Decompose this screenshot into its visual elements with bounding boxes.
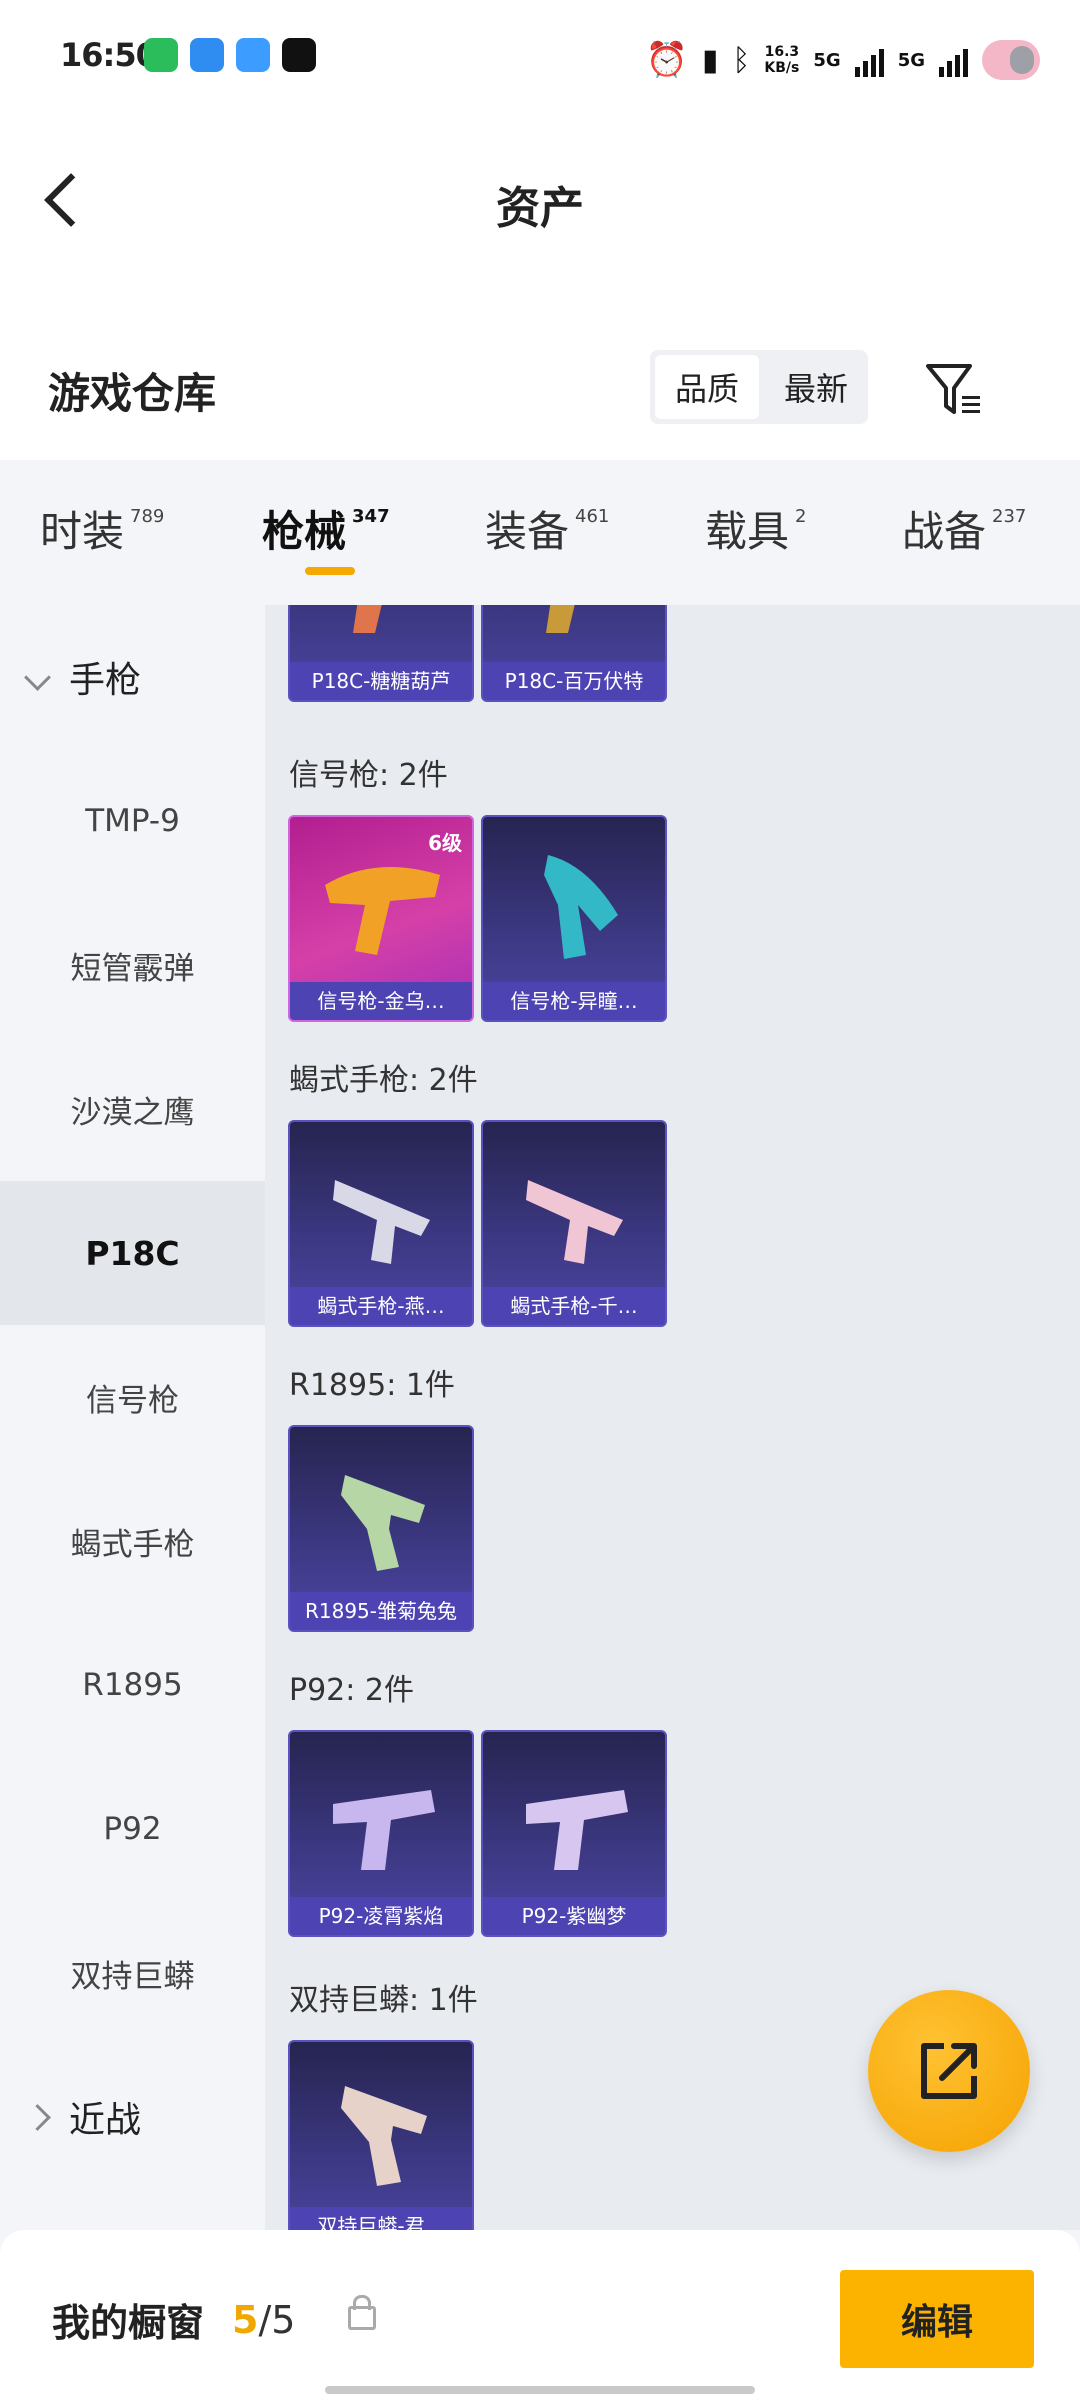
network-speed: 16.3 KB/s	[764, 44, 800, 76]
flare-gun-icon	[544, 855, 618, 959]
section-title: R1895: 1件	[289, 1368, 455, 1403]
page-title: 资产	[496, 183, 584, 234]
alarm-icon: ⏰	[645, 40, 688, 80]
warehouse-header: 游戏仓库 品质 最新	[0, 280, 1080, 460]
edit-button[interactable]: 编辑	[840, 2270, 1034, 2368]
showcase-label: 我的橱窗	[52, 2301, 205, 2345]
bottom-bar: 我的橱窗 5 /5 编辑	[0, 2230, 1080, 2400]
app-notification-icon	[190, 38, 224, 72]
sidebar-item-flare-gun[interactable]: 信号枪	[0, 1325, 265, 1469]
status-indicators: ⏰ ▮ ᛒ 16.3 KB/s 5G 5G	[646, 30, 1040, 90]
item-card[interactable]: P18C-糖糖葫芦	[288, 605, 474, 702]
status-bar: 16:50 ⏰ ▮ ᛒ 16.3 KB/s 5G 5G	[0, 0, 1080, 120]
item-card[interactable]: P92-凌霄紫焰	[288, 1730, 474, 1937]
showcase-used-count: 5	[232, 2297, 259, 2342]
clock: 16:50	[60, 36, 158, 74]
sidebar-item-desert-eagle[interactable]: 沙漠之鹰	[0, 1037, 265, 1181]
item-card[interactable]: P18C-百万伏特	[481, 605, 667, 702]
warehouse-title: 游戏仓库	[48, 369, 217, 418]
showcase-summary: 我的橱窗 5 /5	[52, 2292, 295, 2347]
share-fab-button[interactable]	[868, 1990, 1030, 2152]
bluetooth-icon: ᛒ	[732, 42, 751, 78]
home-indicator	[325, 2386, 755, 2394]
tab-vehicles[interactable]: 载具 2	[705, 498, 806, 559]
sim2-label: 5G	[897, 49, 925, 71]
sidebar-item-tmp9[interactable]: TMP-9	[0, 749, 265, 893]
sidebar-item-r1895[interactable]: R1895	[0, 1613, 265, 1757]
section-title: P92: 2件	[289, 1673, 414, 1708]
vibrate-icon: ▮	[701, 42, 719, 78]
sidebar-item-p92[interactable]: P92	[0, 1757, 265, 1901]
section-title: 信号枪: 2件	[289, 758, 448, 793]
battery-cloud-icon	[982, 40, 1040, 80]
signal-icon	[854, 43, 884, 77]
signal-icon-2	[939, 43, 968, 77]
sim1-label: 5G	[813, 49, 841, 71]
lock-icon	[348, 2295, 376, 2330]
category-pistol[interactable]: 手枪	[0, 605, 265, 749]
revolver-icon	[341, 1475, 425, 1571]
wechat-icon	[144, 38, 178, 72]
sidebar-item-short-shotgun[interactable]: 短管霰弹	[0, 893, 265, 1037]
pistol-icon	[546, 605, 575, 633]
chevron-right-icon	[24, 2103, 51, 2131]
sidebar-item-scorpion[interactable]: 蝎式手枪	[0, 1469, 265, 1613]
item-card[interactable]: 6级 信号枪-金乌…	[288, 815, 474, 1022]
pistol-icon	[353, 605, 382, 633]
item-card[interactable]: P92-紫幽梦	[481, 1730, 667, 1937]
showcase-total-count: /5	[258, 2297, 296, 2342]
category-tabs: 时装 789 枪械 347 装备 461 载具 2 战备 237	[0, 460, 1080, 605]
chevron-down-icon	[24, 663, 51, 691]
item-card[interactable]: R1895-雏菊兔兔	[288, 1425, 474, 1632]
item-card[interactable]: 蝎式手枪-燕…	[288, 1120, 474, 1327]
active-tab-indicator	[305, 567, 355, 575]
item-card[interactable]: 信号枪-异瞳…	[481, 815, 667, 1022]
tab-fashion[interactable]: 时装 789	[40, 498, 164, 559]
app-notification-icon-2	[236, 38, 270, 72]
section-title: 蝎式手枪: 2件	[289, 1063, 478, 1098]
sidebar-item-p18c[interactable]: P18C	[0, 1181, 265, 1325]
tab-supplies[interactable]: 战备 237	[902, 498, 1026, 559]
filter-icon[interactable]	[924, 360, 984, 420]
tab-guns[interactable]: 枪械 347	[262, 498, 390, 559]
weapon-type-sidebar: 手枪 TMP-9 短管霰弹 沙漠之鹰 P18C 信号枪 蝎式手枪 R1895 P…	[0, 605, 265, 2230]
sort-toggle: 品质 最新	[650, 350, 868, 424]
revolver-icon	[341, 2086, 427, 2186]
item-card[interactable]: 蝎式手枪-千…	[481, 1120, 667, 1327]
dewu-app-icon	[282, 38, 316, 72]
share-external-icon	[921, 2043, 977, 2099]
category-melee[interactable]: 近战	[0, 2045, 265, 2189]
sort-latest-button[interactable]: 最新	[764, 350, 868, 424]
sidebar-item-dual-python[interactable]: 双持巨蟒	[0, 1901, 265, 2045]
section-title: 双持巨蟒: 1件	[289, 1983, 478, 2018]
pistol-icon	[333, 1790, 435, 1870]
sort-quality-button[interactable]: 品质	[655, 355, 759, 419]
item-grid: P18C-糖糖葫芦 P18C-百万伏特 信号枪: 2件 6级 信号枪-金乌… 信…	[265, 605, 1080, 2230]
nav-bar: 资产	[0, 120, 1080, 280]
flare-gun-icon	[325, 867, 440, 955]
pistol-icon	[526, 1790, 628, 1870]
tab-equipment[interactable]: 装备 461	[485, 498, 609, 559]
item-card[interactable]: 双持巨蟒-君…	[288, 2040, 474, 2230]
smg-icon	[333, 1180, 430, 1264]
smg-icon	[526, 1180, 623, 1264]
